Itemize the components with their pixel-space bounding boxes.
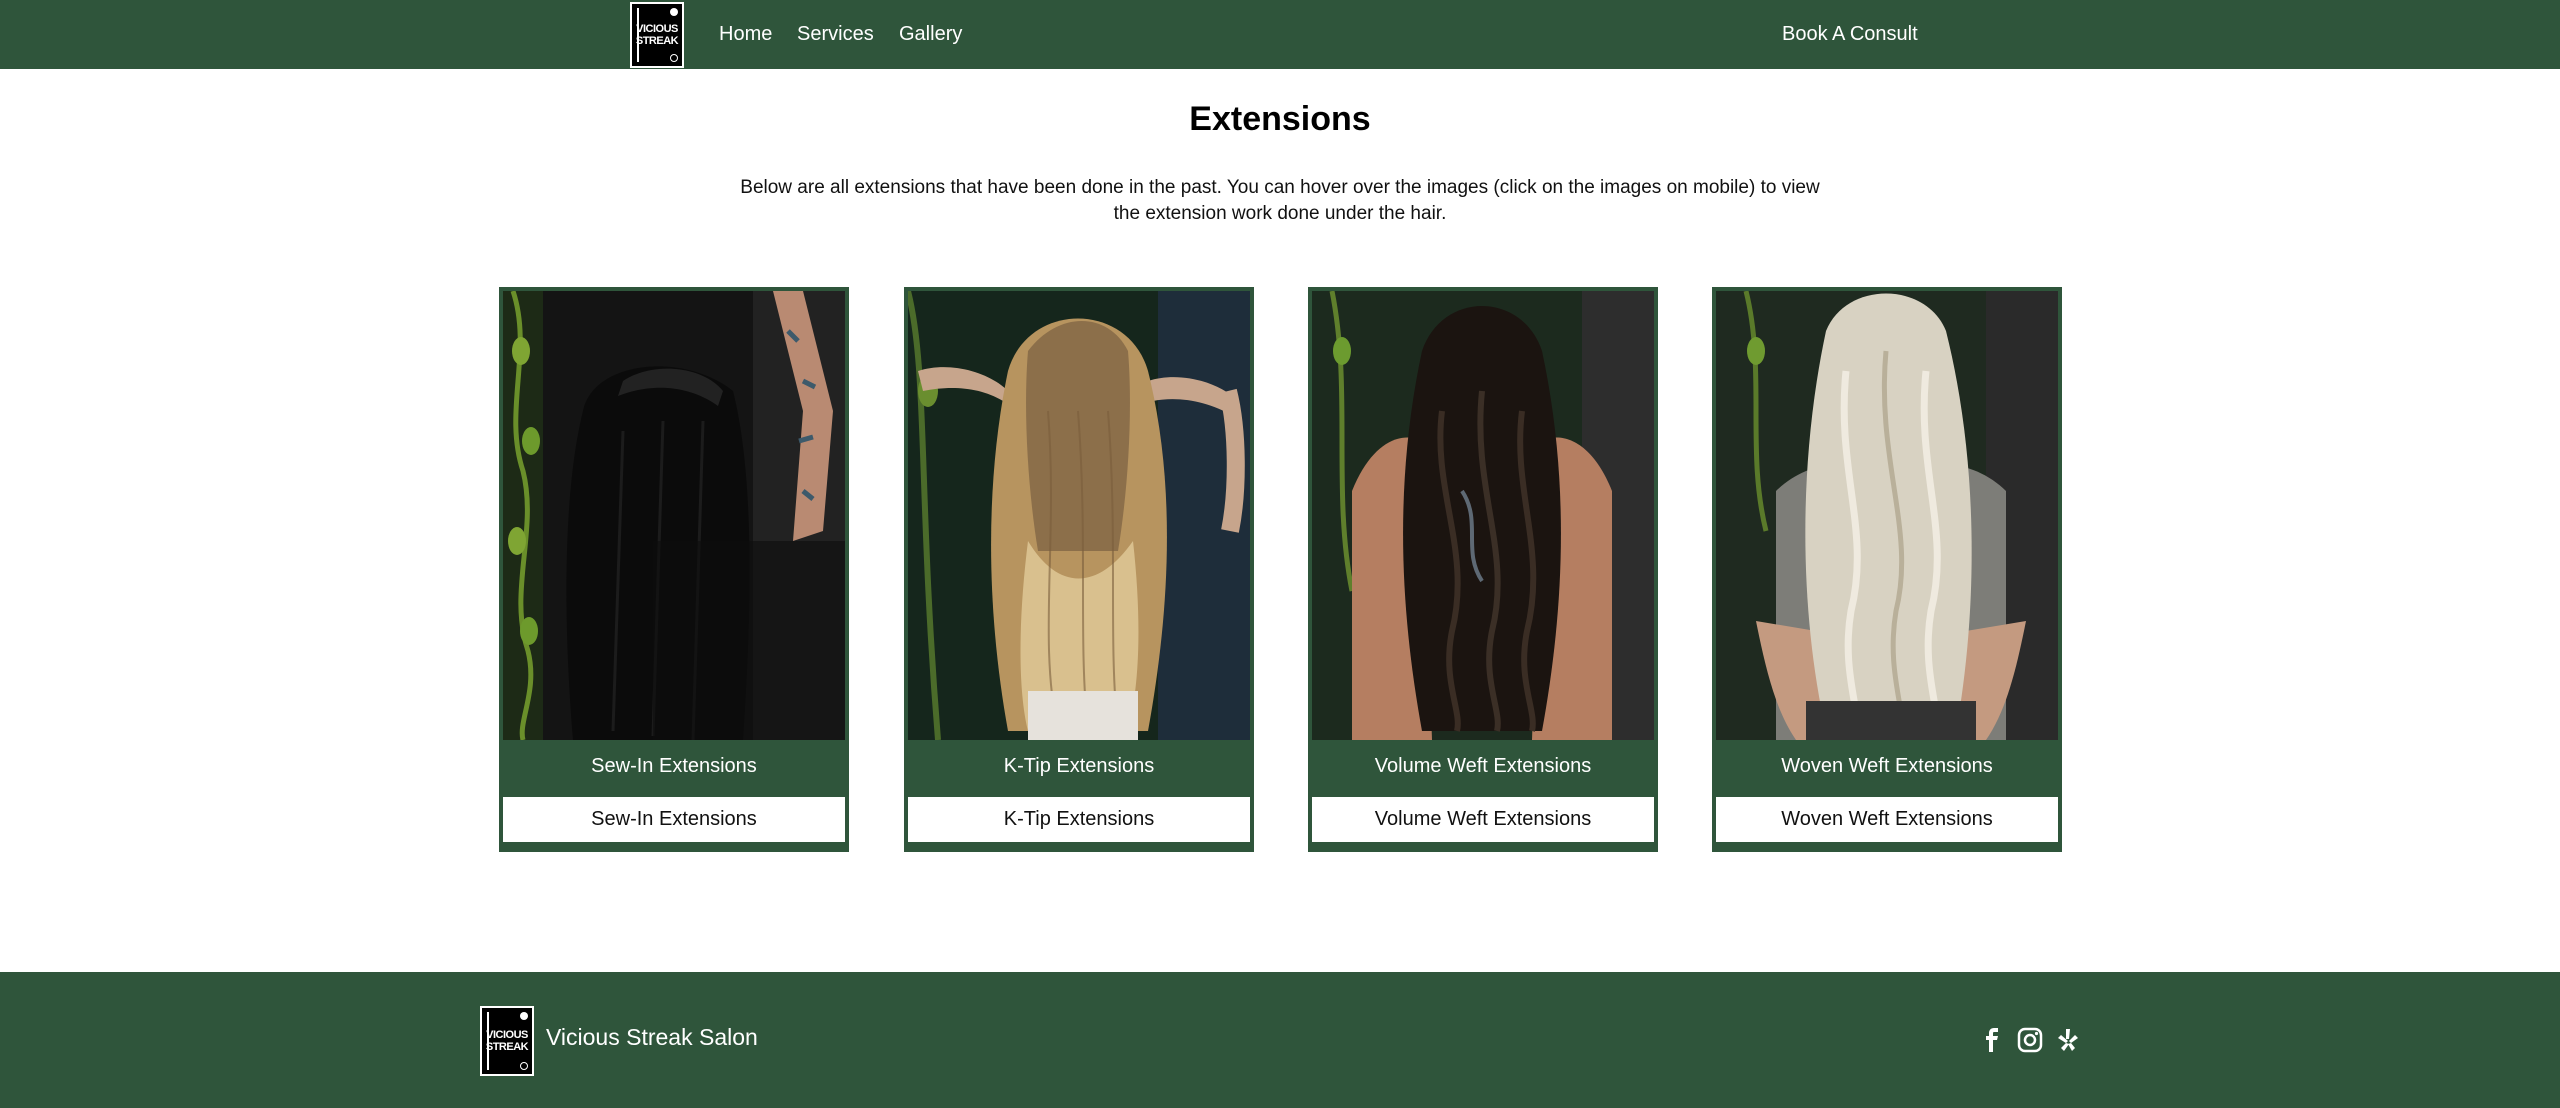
nav-link-services[interactable]: Services xyxy=(797,0,874,69)
card-label[interactable]: Woven Weft Extensions xyxy=(1716,797,2058,842)
instagram-icon[interactable] xyxy=(2016,1026,2044,1054)
book-consult-link[interactable]: Book A Consult xyxy=(1782,0,1918,69)
footer-salon-name: Vicious Streak Salon xyxy=(546,1024,758,1050)
sew-in-extensions-photo[interactable] xyxy=(503,291,845,740)
logo-text-line2: STREAK xyxy=(635,35,679,47)
yelp-icon[interactable] xyxy=(2054,1026,2082,1054)
page-intro: Below are all extensions that have been … xyxy=(740,177,1820,224)
nav-link-gallery[interactable]: Gallery xyxy=(899,0,962,69)
extension-card-k-tip[interactable]: K-Tip Extensions K-Tip Extensions xyxy=(904,287,1254,852)
card-label[interactable]: Sew-In Extensions xyxy=(503,797,845,842)
volume-weft-extensions-photo[interactable] xyxy=(1312,291,1654,740)
card-title: Volume Weft Extensions xyxy=(1374,755,1592,777)
k-tip-extensions-photo[interactable] xyxy=(908,291,1250,740)
page-title: Extensions xyxy=(1189,100,1371,138)
nav-link-home[interactable]: Home xyxy=(719,0,772,69)
site-footer: VICIOUS STREAK Vicious Streak Salon xyxy=(0,972,2560,1108)
logo-text-line1: VICIOUS xyxy=(486,1029,528,1041)
card-title: Woven Weft Extensions xyxy=(1781,755,1993,777)
extension-card-volume-weft[interactable]: Volume Weft Extensions Volume Weft Exten… xyxy=(1308,287,1658,852)
logo-text-line2: STREAK xyxy=(485,1041,529,1053)
extension-card-sew-in[interactable]: Sew-In Extensions Sew-In Extensions xyxy=(499,287,849,852)
footer-logo[interactable]: VICIOUS STREAK xyxy=(480,1006,534,1076)
card-title: K-Tip Extensions xyxy=(1003,755,1155,777)
top-navbar: VICIOUS STREAK Home Services Gallery Boo… xyxy=(0,0,2560,69)
card-title: Sew-In Extensions xyxy=(591,755,757,777)
card-label[interactable]: K-Tip Extensions xyxy=(908,797,1250,842)
salon-logo[interactable]: VICIOUS STREAK xyxy=(630,2,684,68)
facebook-icon[interactable] xyxy=(1978,1026,2006,1054)
card-label[interactable]: Volume Weft Extensions xyxy=(1312,797,1654,842)
logo-text-line1: VICIOUS xyxy=(636,23,678,35)
extension-card-woven-weft[interactable]: Woven Weft Extensions Woven Weft Extensi… xyxy=(1712,287,2062,852)
woven-weft-extensions-photo[interactable] xyxy=(1716,291,2058,740)
